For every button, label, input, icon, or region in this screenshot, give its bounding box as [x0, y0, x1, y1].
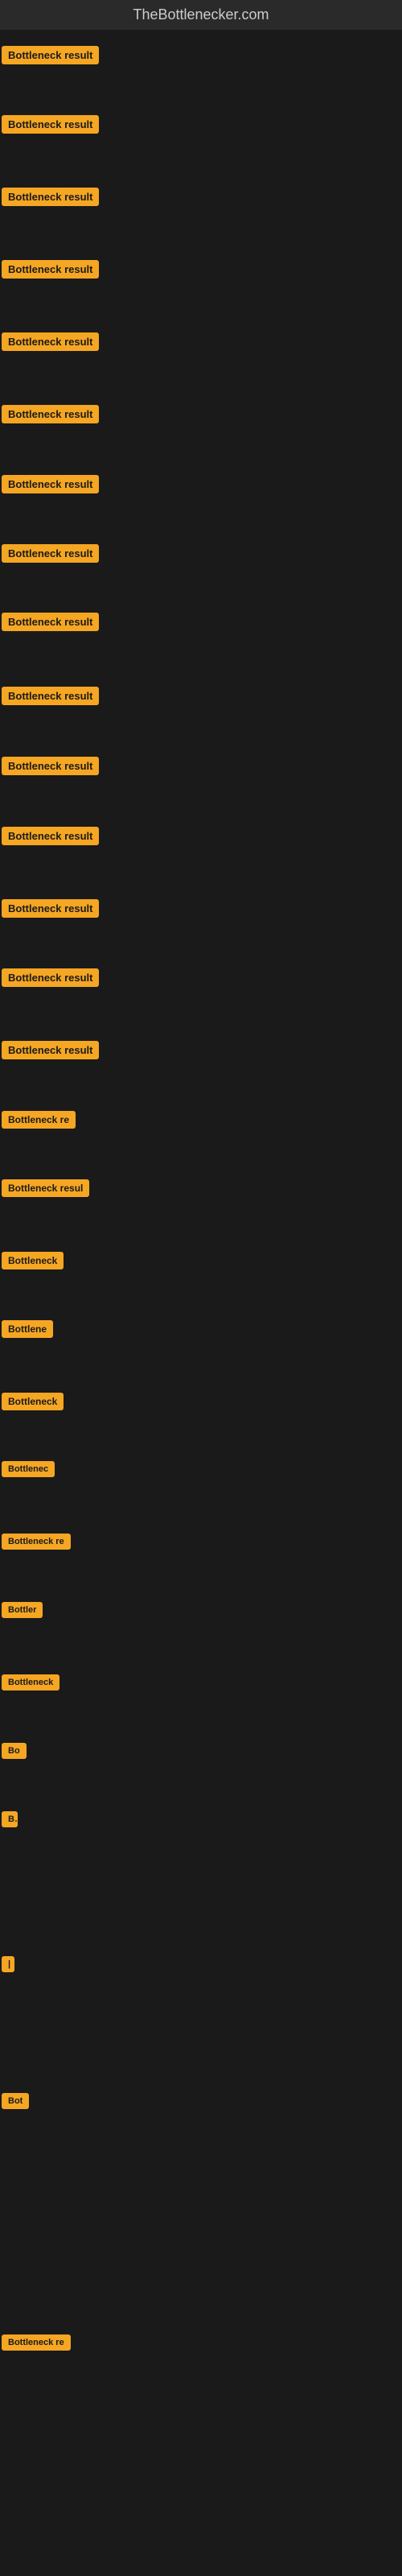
bottleneck-row-3: Bottleneck result [2, 188, 99, 210]
bottleneck-row-7: Bottleneck result [2, 475, 99, 497]
bottleneck-badge-9: Bottleneck result [2, 613, 99, 631]
bottleneck-badge-10: Bottleneck result [2, 687, 99, 705]
bottleneck-badge-8: Bottleneck result [2, 544, 99, 563]
bottleneck-badge-13: Bottleneck result [2, 899, 99, 918]
bottleneck-row-15: Bottleneck result [2, 1041, 99, 1063]
bottleneck-badge-14: Bottleneck result [2, 968, 99, 987]
bottleneck-badge-19: Bottlene [2, 1320, 53, 1338]
bottleneck-row-17: Bottleneck resul [2, 1179, 89, 1201]
bottleneck-badge-4: Bottleneck result [2, 260, 99, 279]
bottleneck-badge-6: Bottleneck result [2, 405, 99, 423]
bottleneck-row-12: Bottleneck result [2, 827, 99, 849]
bottleneck-row-19: Bottlene [2, 1320, 53, 1342]
bottleneck-row-8: Bottleneck result [2, 544, 99, 567]
bottleneck-badge-25: Bo [2, 1743, 27, 1759]
bottleneck-badge-15: Bottleneck result [2, 1041, 99, 1059]
bottleneck-badge-24: Bottleneck [2, 1674, 59, 1690]
bottleneck-badge-2: Bottleneck result [2, 115, 99, 134]
bottleneck-row-4: Bottleneck result [2, 260, 99, 283]
bottleneck-row-6: Bottleneck result [2, 405, 99, 427]
bottleneck-badge-12: Bottleneck result [2, 827, 99, 845]
bottleneck-row-14: Bottleneck result [2, 968, 99, 991]
bottleneck-badge-21: Bottlenec [2, 1461, 55, 1477]
bottleneck-row-22: Bottleneck re [2, 1534, 71, 1554]
bottleneck-row-25: Bo [2, 1743, 27, 1763]
bottleneck-badge-3: Bottleneck result [2, 188, 99, 206]
bottleneck-badge-18: Bottleneck [2, 1252, 64, 1269]
bottleneck-badge-29: Bottleneck re [2, 2334, 71, 2351]
site-title: TheBottlenecker.com [0, 0, 402, 30]
bottleneck-row-26: B [2, 1811, 18, 1831]
bottleneck-badge-26: B [2, 1811, 18, 1827]
bottleneck-row-1: Bottleneck result [2, 46, 99, 68]
bottleneck-badge-7: Bottleneck result [2, 475, 99, 493]
bottleneck-badge-17: Bottleneck resul [2, 1179, 89, 1197]
bottleneck-row-11: Bottleneck result [2, 757, 99, 779]
bottleneck-row-29: Bottleneck re [2, 2334, 71, 2355]
bottleneck-badge-16: Bottleneck re [2, 1111, 76, 1129]
bottleneck-row-21: Bottlenec [2, 1461, 55, 1481]
bottleneck-badge-28: Bot [2, 2093, 29, 2109]
bottleneck-row-2: Bottleneck result [2, 115, 99, 138]
bottleneck-badge-5: Bottleneck result [2, 332, 99, 351]
bottleneck-row-10: Bottleneck result [2, 687, 99, 709]
bottleneck-badge-22: Bottleneck re [2, 1534, 71, 1550]
bottleneck-row-28: Bot [2, 2093, 29, 2113]
bottleneck-row-23: Bottler [2, 1602, 43, 1622]
bottleneck-badge-20: Bottleneck [2, 1393, 64, 1410]
bottleneck-row-16: Bottleneck re [2, 1111, 76, 1133]
bottleneck-badge-11: Bottleneck result [2, 757, 99, 775]
bottleneck-row-9: Bottleneck result [2, 613, 99, 635]
bottleneck-row-18: Bottleneck [2, 1252, 64, 1274]
bottleneck-row-5: Bottleneck result [2, 332, 99, 355]
bottleneck-row-13: Bottleneck result [2, 899, 99, 922]
bottleneck-badge-27: | [2, 1956, 14, 1972]
bottleneck-badge-1: Bottleneck result [2, 46, 99, 64]
bottleneck-row-24: Bottleneck [2, 1674, 59, 1695]
bottleneck-badge-23: Bottler [2, 1602, 43, 1618]
bottleneck-row-20: Bottleneck [2, 1393, 64, 1414]
bottleneck-row-27: | [2, 1956, 14, 1976]
